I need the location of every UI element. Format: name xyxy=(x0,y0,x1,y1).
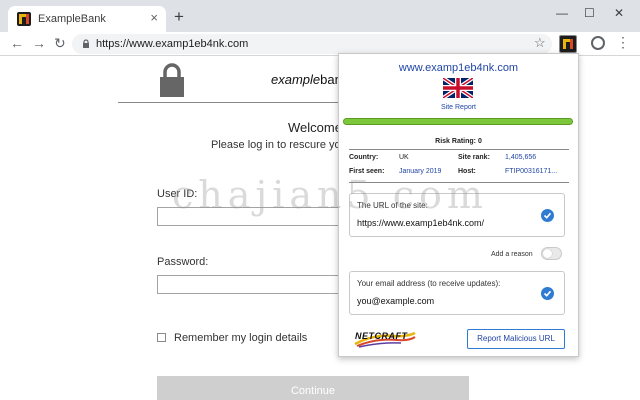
country-label: Country: xyxy=(349,154,379,161)
new-tab-button[interactable]: + xyxy=(174,8,184,25)
minimize-button[interactable]: — xyxy=(556,6,568,20)
check-icon xyxy=(541,209,554,222)
tab-examplebank[interactable]: ExampleBank × xyxy=(8,6,166,32)
check-icon xyxy=(541,287,554,300)
lock-icon xyxy=(83,39,89,48)
remember-label: Remember my login details xyxy=(174,332,308,344)
host-value: FTIP00316171... xyxy=(505,168,558,175)
password-input[interactable] xyxy=(157,275,357,294)
divider xyxy=(118,102,348,103)
email-card-label: Your email address (to receive updates): xyxy=(357,279,501,288)
site-rank-label: Site rank: xyxy=(458,154,490,161)
menu-icon[interactable]: ⋮ xyxy=(616,34,630,51)
toggle-knob xyxy=(543,249,552,258)
lock-icon xyxy=(160,63,184,97)
url-card-value: https://www.examp1eb4nk.com/ xyxy=(357,218,485,228)
back-button[interactable]: ← xyxy=(10,35,24,51)
tab-title: ExampleBank xyxy=(38,13,106,25)
userid-input[interactable] xyxy=(157,207,357,226)
welcome-heading: Welcome xyxy=(288,120,342,135)
close-window-button[interactable]: ✕ xyxy=(614,6,624,20)
reload-button[interactable]: ↻ xyxy=(54,35,66,51)
password-label: Password: xyxy=(157,256,209,268)
host-label: Host: xyxy=(458,168,476,175)
maximize-button[interactable]: ☐ xyxy=(584,6,595,20)
risk-meter xyxy=(343,118,573,125)
divider xyxy=(349,182,569,183)
divider xyxy=(349,149,569,150)
tab-strip: ExampleBank × + — ☐ ✕ xyxy=(0,0,640,32)
continue-button[interactable]: Continue xyxy=(157,376,469,400)
account-icon[interactable] xyxy=(591,36,605,50)
risk-rating: Risk Rating: 0 xyxy=(435,138,482,145)
uk-flag-icon xyxy=(443,78,473,98)
first-seen-value: January 2019 xyxy=(399,168,442,175)
bank-logo-text: exampleban xyxy=(271,72,342,87)
bookmark-star-icon[interactable]: ☆ xyxy=(534,35,546,51)
address-bar[interactable]: https://www.examp1eb4nk.com xyxy=(72,34,552,54)
netcraft-logo-text: NETCRAFT xyxy=(355,331,408,341)
site-report-link[interactable]: Site Report xyxy=(339,104,578,111)
risk-meter-fill xyxy=(344,119,572,124)
netcraft-extension-icon[interactable] xyxy=(559,35,577,53)
url-card-label: The URL of the site: xyxy=(357,201,428,210)
report-malicious-url-button[interactable]: Report Malicious URL xyxy=(467,329,565,349)
country-value: UK xyxy=(399,154,409,161)
tab-close-icon[interactable]: × xyxy=(150,10,158,25)
url-card[interactable]: The URL of the site: https://www.examp1e… xyxy=(349,193,565,237)
site-url: www.examp1eb4nk.com xyxy=(398,62,519,74)
login-prompt: Please log in to rescure yo xyxy=(211,139,341,151)
email-card-value: you@example.com xyxy=(357,296,435,306)
userid-label: User ID: xyxy=(157,188,198,200)
add-reason-label: Add a reason xyxy=(491,251,533,258)
netcraft-popup: www.examp1eb4nk.com Site Report Risk Rat… xyxy=(338,53,579,357)
netcraft-favicon-icon xyxy=(17,12,31,26)
add-reason-toggle[interactable] xyxy=(541,247,562,260)
email-card[interactable]: Your email address (to receive updates):… xyxy=(349,271,565,315)
first-seen-label: First seen: xyxy=(349,168,385,175)
forward-button[interactable]: → xyxy=(32,35,46,51)
remember-checkbox[interactable] xyxy=(157,333,166,342)
site-rank-value: 1,405,656 xyxy=(505,154,537,161)
address-url: https://www.examp1eb4nk.com xyxy=(96,38,249,50)
